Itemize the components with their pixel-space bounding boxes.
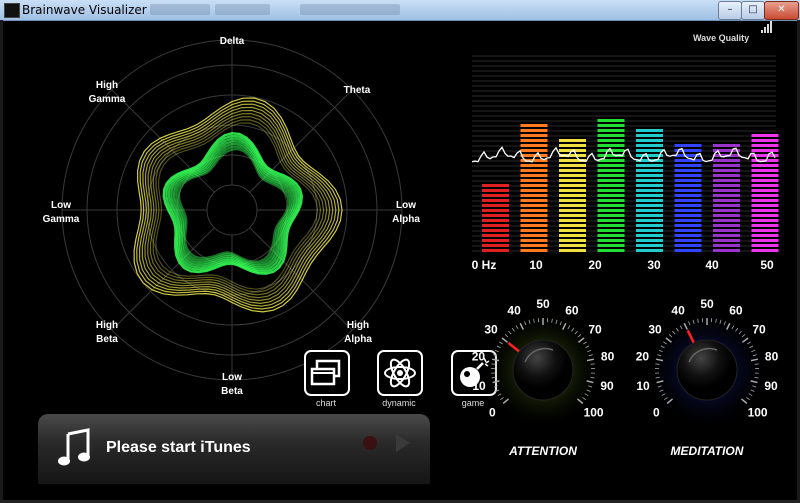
- label-high-beta: High: [96, 320, 118, 331]
- meditation-gauge: 010 20 30 40 50 60 70 80 90 100: [636, 297, 779, 430]
- gauge-tick-label: 90: [764, 379, 778, 393]
- frequency-spectrum-chart: 0 Hz 10 20 30 40 50: [472, 55, 779, 272]
- gauge-tick-label: 40: [507, 304, 521, 318]
- label-high-alpha: High: [347, 320, 369, 331]
- gauge-tick-label: 70: [588, 322, 602, 336]
- gauge-tick-label: 60: [565, 304, 579, 318]
- title-bar[interactable]: Brainwave Visualizer – □ ✕: [0, 0, 800, 21]
- spectrum-bar: [713, 144, 740, 252]
- gauge-tick-label: 20: [636, 349, 650, 363]
- gauge-tick-label: 70: [752, 322, 766, 336]
- chart-mode-button[interactable]: [304, 350, 350, 396]
- gauge-tick-label: 30: [484, 322, 498, 336]
- label-low-beta: Low: [222, 372, 242, 383]
- label-delta: Delta: [220, 36, 245, 47]
- window-title: Brainwave Visualizer: [22, 3, 147, 17]
- gauge-tick-label: 0: [653, 405, 660, 419]
- spectrum-bar: [597, 119, 625, 252]
- gauge-tick-label: 80: [765, 349, 779, 363]
- app-icon: [4, 3, 20, 18]
- tick-10: 10: [529, 258, 543, 272]
- label-low-gamma: Low: [51, 200, 71, 211]
- minimize-button[interactable]: –: [718, 1, 742, 20]
- blurred-tab: [150, 4, 210, 15]
- chart-windows-icon: [310, 359, 341, 386]
- attention-gauge: 010 20 30 40 50 60 70 80 90 100: [472, 297, 615, 430]
- gauge-tick-label: 80: [601, 349, 615, 363]
- spectrum-bar: [674, 144, 702, 252]
- tick-20: 20: [588, 258, 602, 272]
- gauge-tick-label: 40: [671, 304, 685, 318]
- tick-0hz: 0 Hz: [472, 258, 497, 272]
- label-low-alpha: Low: [396, 200, 416, 211]
- gauge-tick-label: 10: [636, 379, 650, 393]
- label-theta: Theta: [344, 85, 371, 96]
- blurred-tab: [300, 4, 400, 15]
- maximize-button[interactable]: □: [741, 1, 765, 20]
- label-high-gamma-2: Gamma: [89, 94, 126, 105]
- spectrum-bar: [520, 124, 548, 252]
- gauge-tick-label: 100: [584, 405, 604, 419]
- atom-icon: [384, 358, 416, 388]
- gauges-panel: 010203040 50 60708090100 010203040 50 607080…: [472, 297, 779, 458]
- label-low-beta-2: Beta: [221, 386, 243, 397]
- play-button[interactable]: [396, 434, 410, 452]
- record-indicator: [363, 436, 377, 450]
- label-high-gamma: High: [96, 80, 118, 91]
- spectrum-bar: [482, 184, 509, 252]
- label-low-gamma-2: Gamma: [43, 214, 80, 225]
- gauge-tick-label: 0: [489, 405, 496, 419]
- spectrum-bar: [636, 129, 663, 252]
- label-high-alpha-2: Alpha: [344, 334, 372, 345]
- meditation-label: MEDITATION: [671, 444, 744, 458]
- dynamic-mode-label: dynamic: [382, 398, 416, 408]
- itunes-status-message: Please start iTunes: [106, 439, 251, 456]
- app-window: Brainwave Visualizer – □ ✕ Delta Theta L…: [0, 0, 800, 503]
- close-button[interactable]: ✕: [764, 1, 799, 20]
- attention-label: ATTENTION: [508, 444, 577, 458]
- tick-40: 40: [705, 258, 719, 272]
- blurred-tab: [215, 4, 270, 15]
- gauge-tick-label: 30: [648, 322, 662, 336]
- label-low-alpha-2: Alpha: [392, 214, 420, 225]
- tick-30: 30: [647, 258, 661, 272]
- gauge-tick-label: 20: [472, 349, 486, 363]
- wave-quality-label: Wave Quality: [693, 33, 750, 43]
- gauge-tick-label: 50: [700, 297, 714, 311]
- gauge-tick-label: 90: [600, 379, 614, 393]
- tick-50: 50: [760, 258, 774, 272]
- music-note-icon: [58, 428, 90, 466]
- spectrum-bar: [751, 134, 779, 252]
- dynamic-mode-button[interactable]: [377, 350, 423, 396]
- gauge-tick-label: 60: [729, 304, 743, 318]
- gauge-tick-label: 10: [472, 379, 486, 393]
- itunes-panel: Please start iTunes: [38, 414, 430, 484]
- gauge-tick-label: 100: [748, 405, 768, 419]
- label-high-beta-2: Beta: [96, 334, 118, 345]
- gauge-tick-label: 50: [536, 297, 550, 311]
- chart-mode-label: chart: [315, 398, 336, 408]
